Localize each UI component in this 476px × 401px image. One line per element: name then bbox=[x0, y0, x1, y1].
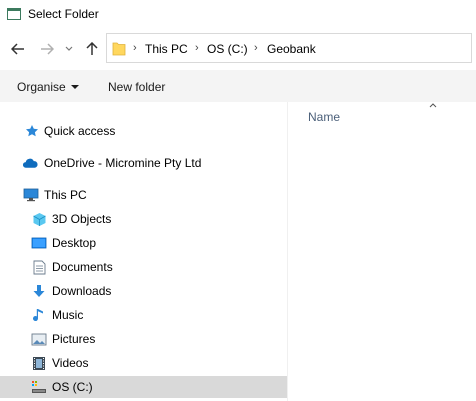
folder-icon bbox=[112, 42, 126, 56]
arrow-right-icon bbox=[41, 43, 54, 55]
music-note-icon bbox=[31, 307, 47, 323]
breadcrumb-this-pc[interactable]: This PC bbox=[145, 42, 188, 56]
command-toolbar: Organise New folder bbox=[0, 70, 476, 102]
tree-item-label: 3D Objects bbox=[52, 212, 112, 226]
tree-item-music[interactable]: Music bbox=[0, 304, 287, 326]
tree-item-label: Videos bbox=[52, 356, 89, 370]
tree-item-label: Desktop bbox=[52, 236, 97, 250]
recent-locations-button[interactable] bbox=[62, 40, 76, 58]
tree-item-label: Downloads bbox=[52, 284, 112, 298]
window-title: Select Folder bbox=[28, 7, 99, 21]
breadcrumb-separator: › bbox=[254, 42, 258, 54]
chevron-down-icon bbox=[65, 46, 73, 51]
tree-item-3d-objects[interactable]: 3D Objects bbox=[0, 208, 287, 230]
dropdown-caret-icon bbox=[70, 85, 79, 89]
film-icon bbox=[31, 355, 47, 371]
tree-item-onedrive[interactable]: OneDrive - Micromine Pty Ltd bbox=[0, 152, 287, 174]
tree-item-label: OneDrive - Micromine Pty Ltd bbox=[44, 156, 202, 170]
drive-icon bbox=[31, 379, 47, 395]
computer-icon bbox=[23, 187, 39, 203]
tree-item-documents[interactable]: Documents bbox=[0, 256, 287, 278]
column-header-name[interactable]: Name bbox=[308, 110, 340, 124]
arrow-left-icon bbox=[11, 43, 24, 55]
folder-window-icon bbox=[7, 8, 21, 20]
address-bar[interactable]: › This PC › OS (C:) › Geobank bbox=[106, 33, 472, 63]
tree-item-label: Pictures bbox=[52, 332, 96, 346]
back-button[interactable] bbox=[9, 40, 27, 58]
picture-icon bbox=[31, 331, 47, 347]
up-button[interactable] bbox=[83, 40, 101, 58]
breadcrumb-separator: › bbox=[195, 42, 199, 54]
tree-item-desktop[interactable]: Desktop bbox=[0, 232, 287, 254]
star-icon bbox=[24, 123, 40, 139]
tree-item-label: OS (C:) bbox=[52, 380, 93, 394]
cube-icon bbox=[31, 211, 47, 227]
new-folder-label: New folder bbox=[108, 80, 166, 94]
breadcrumb-os-c[interactable]: OS (C:) bbox=[207, 42, 248, 56]
tree-item-videos[interactable]: Videos bbox=[0, 352, 287, 374]
tree-item-label: This PC bbox=[44, 188, 87, 202]
tree-item-quick-access[interactable]: Quick access bbox=[0, 120, 287, 142]
desktop-icon bbox=[31, 235, 47, 251]
title-bar: Select Folder bbox=[0, 0, 476, 30]
document-icon bbox=[31, 259, 47, 275]
cloud-icon bbox=[22, 155, 38, 171]
organise-button[interactable]: Organise bbox=[17, 80, 79, 94]
new-folder-button[interactable]: New folder bbox=[108, 80, 165, 94]
tree-item-this-pc[interactable]: This PC bbox=[0, 184, 287, 206]
tree-item-os-c[interactable]: OS (C:) bbox=[0, 376, 287, 398]
organise-label: Organise bbox=[17, 80, 66, 94]
forward-button[interactable] bbox=[38, 40, 56, 58]
breadcrumb-geobank[interactable]: Geobank bbox=[267, 42, 316, 56]
navigation-pane: Quick access OneDrive - Micromine Pty Lt… bbox=[0, 102, 287, 401]
content-pane: Name bbox=[288, 102, 476, 401]
breadcrumb-separator: › bbox=[133, 42, 137, 54]
sort-ascending-icon bbox=[429, 103, 437, 108]
tree-item-label: Quick access bbox=[44, 124, 116, 138]
download-icon bbox=[31, 283, 47, 299]
tree-item-label: Music bbox=[52, 308, 84, 322]
tree-item-downloads[interactable]: Downloads bbox=[0, 280, 287, 302]
tree-item-pictures[interactable]: Pictures bbox=[0, 328, 287, 350]
arrow-up-icon bbox=[86, 42, 98, 55]
tree-item-label: Documents bbox=[52, 260, 113, 274]
